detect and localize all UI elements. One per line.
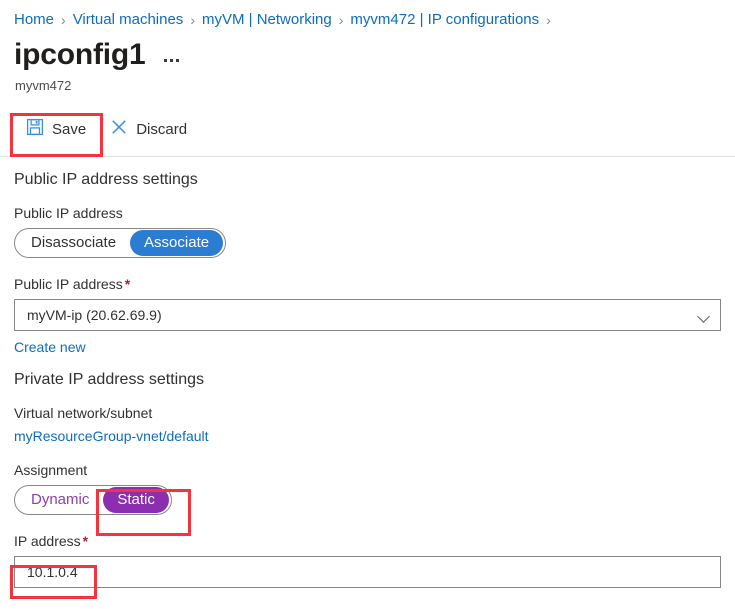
breadcrumb-item-home[interactable]: Home [14,10,54,30]
ip-address-label: IP address* [14,533,721,549]
save-floppy-icon [26,118,44,140]
toggle-option-disassociate[interactable]: Disassociate [17,230,130,256]
breadcrumb: Home › Virtual machines › myVM | Network… [0,0,735,30]
required-asterisk: * [83,533,88,549]
breadcrumb-separator-icon: › [190,10,195,30]
assignment-toggle[interactable]: Dynamic Static [14,485,172,515]
public-ip-dropdown-label: Public IP address* [14,276,721,292]
command-bar-divider [0,156,735,157]
chevron-down-icon [698,312,710,319]
public-ip-section-title: Public IP address settings [14,171,721,189]
toggle-option-static[interactable]: Static [103,487,169,513]
page-subtitle: myvm472 [0,72,735,93]
close-x-icon [110,118,128,140]
discard-button-label: Discard [136,121,187,138]
discard-button[interactable]: Discard [98,110,199,148]
public-ip-toggle-label: Public IP address [14,205,721,221]
toggle-option-associate[interactable]: Associate [130,230,223,256]
breadcrumb-separator-icon: › [339,10,344,30]
breadcrumb-separator-icon: › [61,10,66,30]
private-ip-section-title: Private IP address settings [14,371,721,389]
required-asterisk: * [125,276,130,292]
vnet-subnet-label: Virtual network/subnet [14,405,721,421]
vnet-subnet-link[interactable]: myResourceGroup-vnet/default [14,428,209,444]
page-header: ipconfig1 [0,30,735,72]
public-ip-association-toggle[interactable]: Disassociate Associate [14,228,226,258]
page-title: ipconfig1 [14,38,146,72]
breadcrumb-item-myvm-networking[interactable]: myVM | Networking [202,10,332,30]
save-button[interactable]: Save [14,110,98,148]
more-options-icon[interactable] [162,57,181,64]
ip-address-input[interactable]: 10.1.0.4 [14,556,721,588]
ip-configuration-form: Public IP address settings Public IP add… [0,171,735,588]
command-bar: Save Discard [0,109,735,149]
ip-address-value: 10.1.0.4 [27,564,78,580]
assignment-label: Assignment [14,462,721,478]
save-button-label: Save [52,121,86,138]
breadcrumb-separator-icon: › [546,10,551,30]
public-ip-dropdown[interactable]: myVM-ip (20.62.69.9) [14,299,721,331]
create-new-public-ip-link[interactable]: Create new [14,339,86,355]
breadcrumb-item-virtual-machines[interactable]: Virtual machines [73,10,184,30]
breadcrumb-item-ip-configurations[interactable]: myvm472 | IP configurations [350,10,539,30]
public-ip-dropdown-value: myVM-ip (20.62.69.9) [27,307,162,323]
toggle-option-dynamic[interactable]: Dynamic [17,487,103,513]
